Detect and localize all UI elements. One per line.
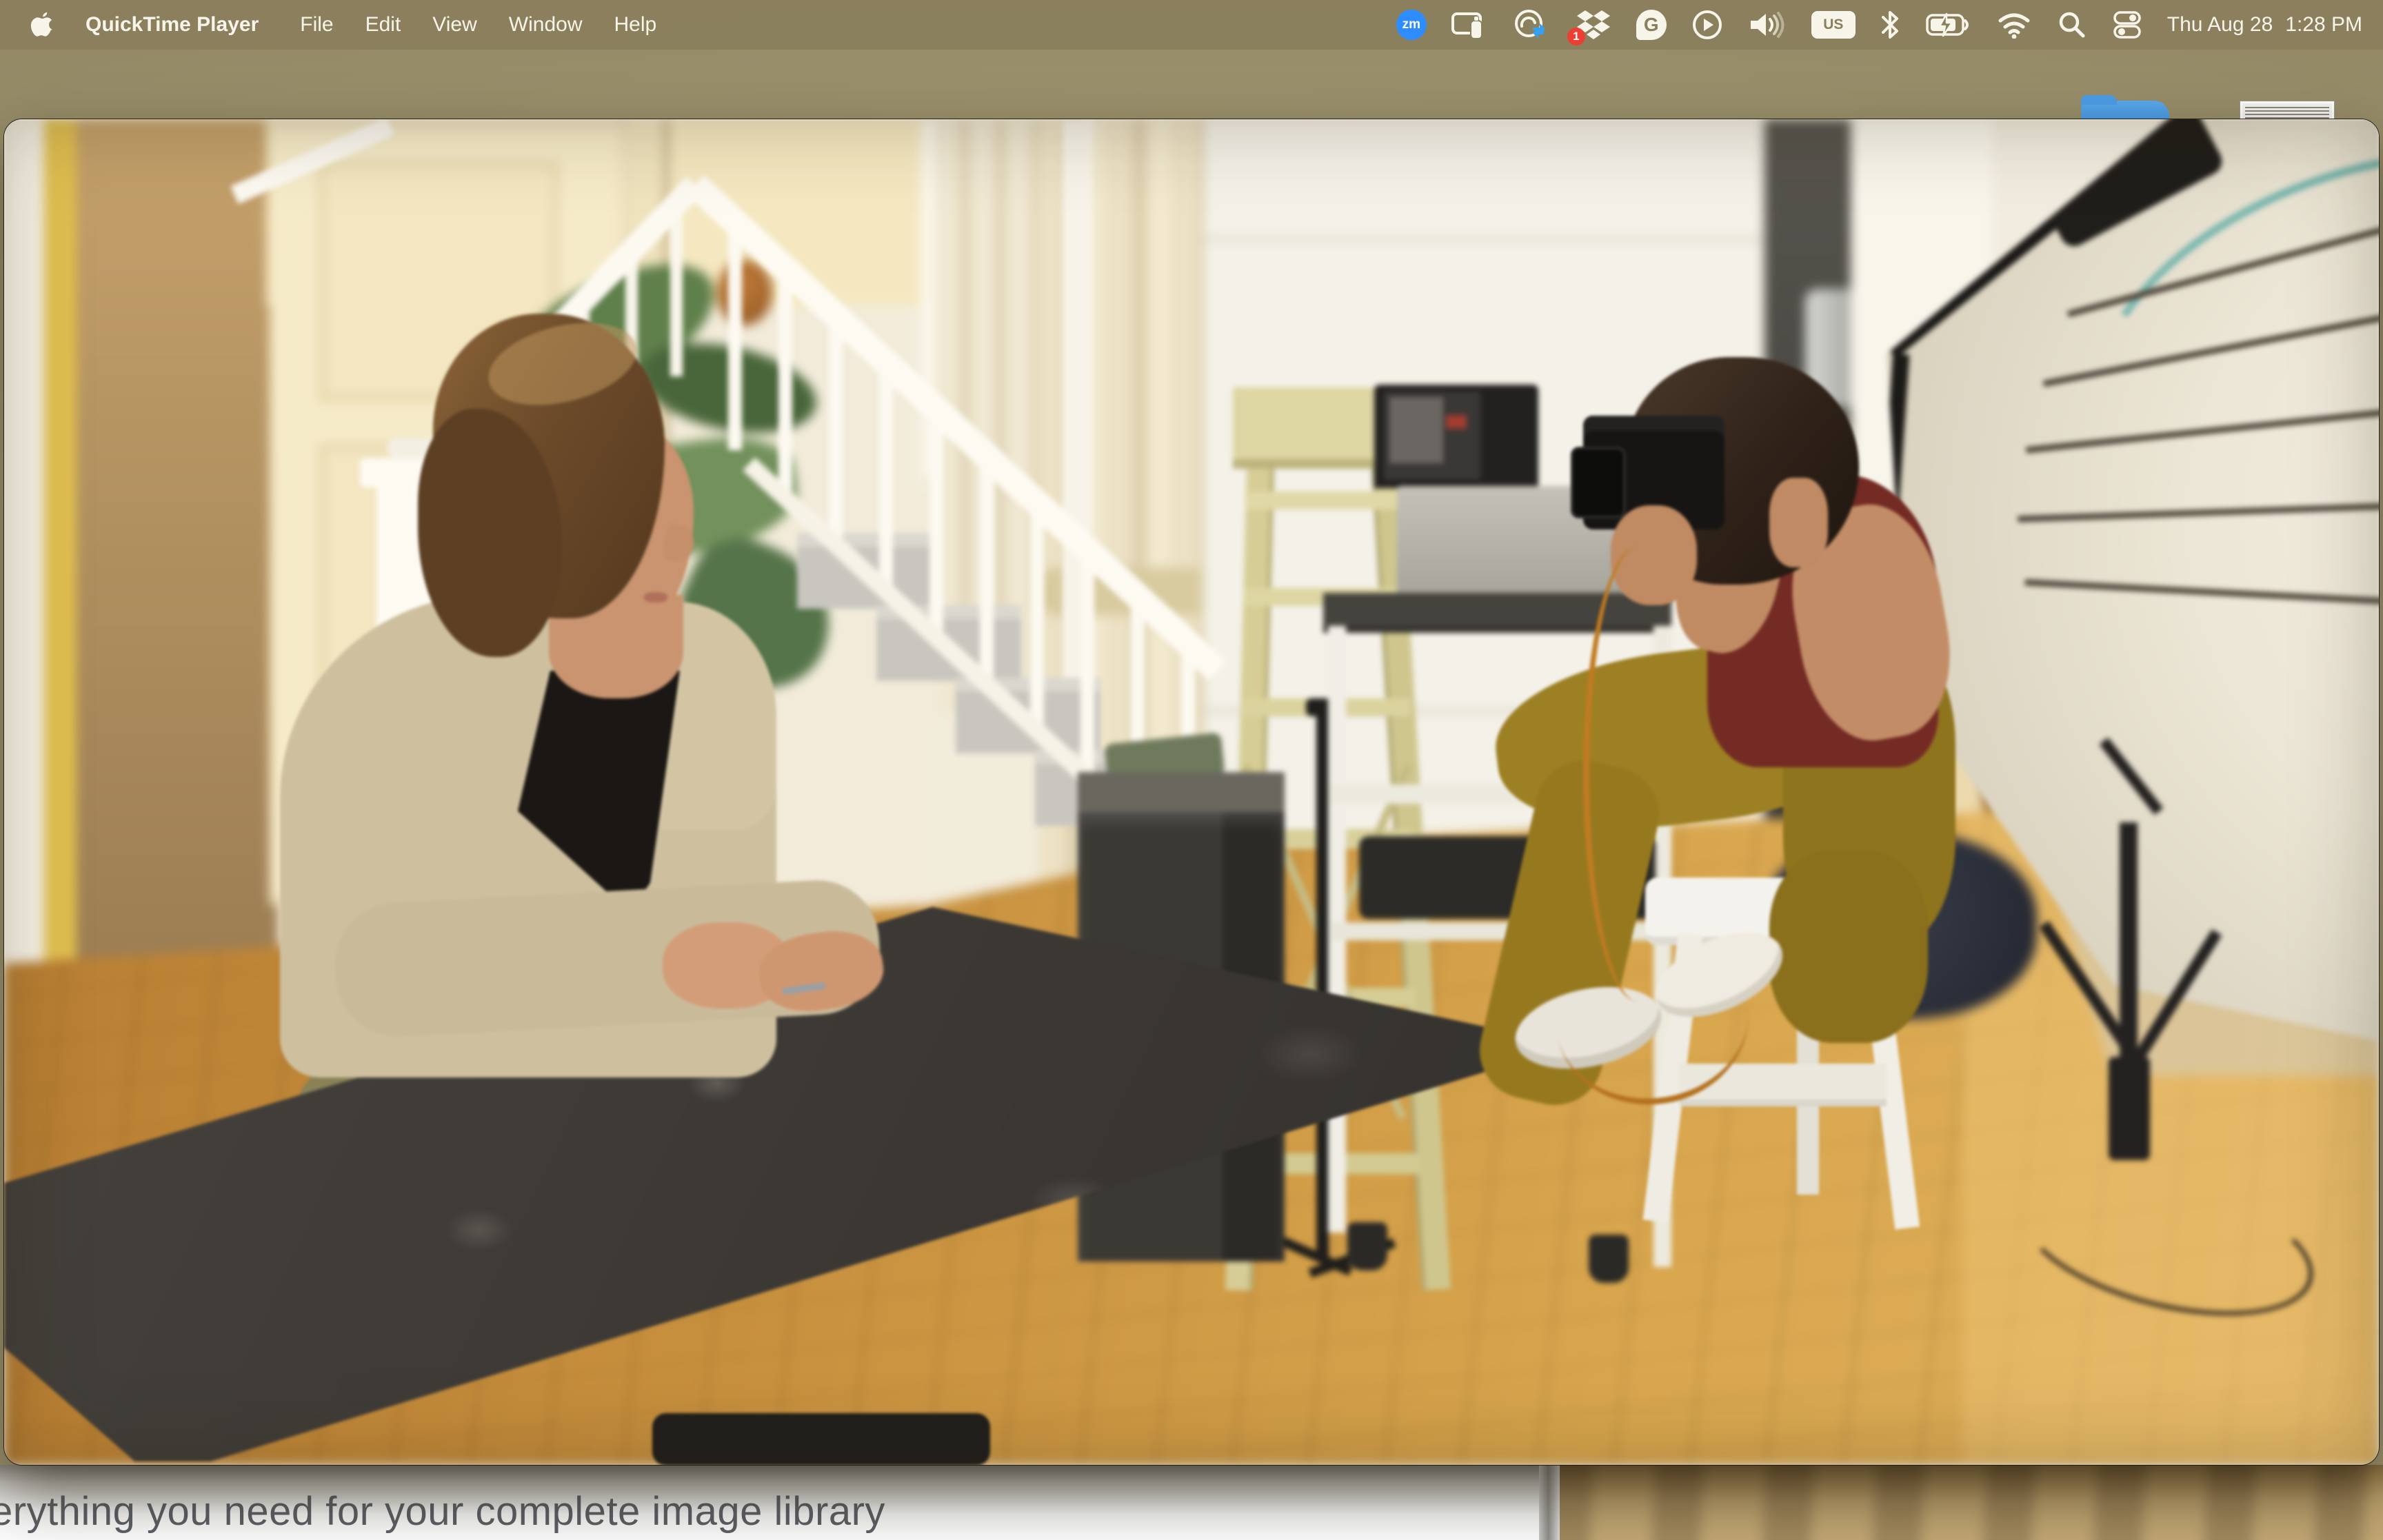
- menu-bar-clock[interactable]: Thu Aug 28 1:28 PM: [2167, 13, 2362, 37]
- creative-cloud-sync-icon[interactable]: [1512, 8, 1551, 41]
- play-circle-icon[interactable]: [1691, 8, 1723, 41]
- menu-window[interactable]: Window: [509, 13, 583, 37]
- keyboard-layout-badge[interactable]: US: [1811, 11, 1856, 39]
- vignette: [4, 119, 2379, 1465]
- dropbox-icon[interactable]: 1: [1576, 8, 1611, 41]
- battery-charging-icon[interactable]: [1926, 8, 1971, 41]
- blurred-wood-image: [1560, 1465, 2383, 1540]
- menu-view[interactable]: View: [432, 13, 476, 37]
- right-pane-image: [1560, 1465, 2383, 1540]
- screen-mirroring-icon[interactable]: [1451, 8, 1487, 41]
- spotlight-search-icon[interactable]: [2057, 8, 2087, 41]
- volume-icon[interactable]: [1748, 8, 1787, 41]
- menu-file[interactable]: File: [300, 13, 333, 37]
- quicktime-player-window[interactable]: [4, 119, 2379, 1465]
- active-app-menu[interactable]: QuickTime Player: [86, 13, 259, 37]
- menu-help[interactable]: Help: [614, 13, 656, 37]
- dropbox-badge: 1: [1567, 28, 1585, 45]
- control-center-icon[interactable]: [2112, 8, 2142, 41]
- bluetooth-icon[interactable]: [1880, 8, 1901, 41]
- browser-page-behind[interactable]: erything you need for your complete imag…: [0, 1465, 1539, 1540]
- page-scrollbar[interactable]: [1539, 1465, 1560, 1540]
- page-headline: erything you need for your complete imag…: [0, 1488, 885, 1534]
- menu-bar: QuickTime Player File Edit View Window H…: [0, 0, 2383, 50]
- menu-edit[interactable]: Edit: [365, 13, 401, 37]
- video-frame[interactable]: [4, 119, 2379, 1465]
- wifi-icon[interactable]: [1996, 8, 2032, 41]
- zoom-app-icon[interactable]: zm: [1396, 10, 1427, 40]
- apple-menu-icon[interactable]: [30, 11, 54, 39]
- grammarly-icon[interactable]: G: [1636, 10, 1667, 40]
- scene-foreground: [4, 119, 2379, 1465]
